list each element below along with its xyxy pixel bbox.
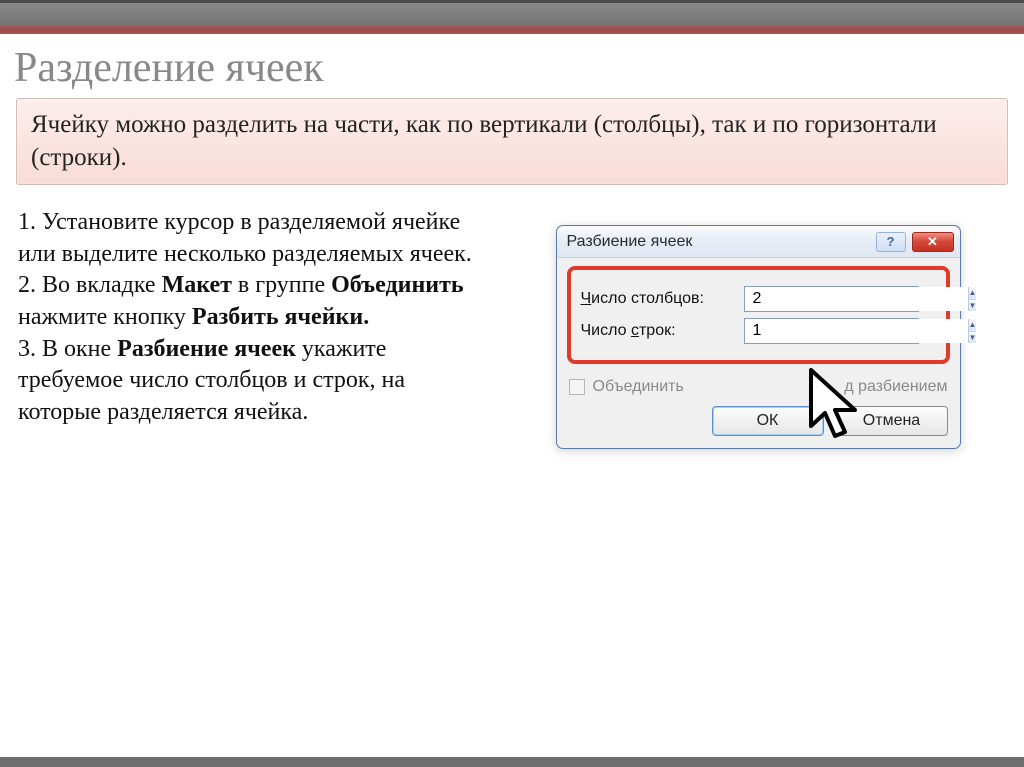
dialog-title: Разбиение ячеек xyxy=(567,233,870,251)
rows-spinner[interactable]: ▲ ▼ xyxy=(744,318,919,344)
merge-checkbox[interactable] xyxy=(569,379,585,395)
step-2c: в группе xyxy=(232,272,331,298)
help-button[interactable]: ? xyxy=(876,232,906,252)
columns-up-button[interactable]: ▲ xyxy=(969,287,977,300)
rows-up-button[interactable]: ▲ xyxy=(969,319,977,332)
instructions: 1. Установите курсор в разделяемой ячейк… xyxy=(18,207,478,449)
merge-label-a: Объединить xyxy=(593,378,684,396)
columns-row: Число столбцов: ▲ ▼ xyxy=(581,286,936,312)
ok-button[interactable]: ОК xyxy=(712,406,824,436)
columns-label: Число столбцов: xyxy=(581,290,736,308)
cancel-button[interactable]: Отмена xyxy=(836,406,948,436)
merge-label-b: д разбиением xyxy=(844,378,947,396)
rows-row: Число строк: ▲ ▼ xyxy=(581,318,936,344)
columns-input[interactable] xyxy=(745,287,968,311)
rows-spinner-buttons: ▲ ▼ xyxy=(968,319,977,343)
step-2b: Макет xyxy=(162,272,232,298)
columns-spinner-buttons: ▲ ▼ xyxy=(968,287,977,311)
slide-top-bar xyxy=(0,0,1024,28)
merge-before-row: Объединить д разбиением xyxy=(569,378,948,396)
rows-label: Число строк: xyxy=(581,322,736,340)
step-2f: Разбить ячейки. xyxy=(192,304,369,330)
split-cells-dialog: Разбиение ячеек ? ✕ Число столбцов: ▲ ▼ xyxy=(556,225,961,449)
close-button[interactable]: ✕ xyxy=(912,232,954,252)
columns-spinner[interactable]: ▲ ▼ xyxy=(744,286,919,312)
slide-bottom-bar xyxy=(0,757,1024,767)
columns-down-button[interactable]: ▼ xyxy=(969,300,977,312)
rows-input[interactable] xyxy=(745,319,968,343)
step-2d: Объединить xyxy=(331,272,464,298)
step-2a: 2. Во вкладке xyxy=(18,272,162,298)
content-row: 1. Установите курсор в разделяемой ячейк… xyxy=(0,185,1024,449)
dialog-buttons: ОК Отмена xyxy=(567,406,950,438)
step-1: 1. Установите курсор в разделяемой ячейк… xyxy=(18,209,472,267)
slide-title: Разделение ячеек xyxy=(0,34,1024,98)
step-2e: нажмите кнопку xyxy=(18,304,192,330)
step-3a: 3. В окне xyxy=(18,336,117,362)
step-3b: Разбиение ячеек xyxy=(117,336,296,362)
rows-down-button[interactable]: ▼ xyxy=(969,332,977,344)
dialog-column: Разбиение ячеек ? ✕ Число столбцов: ▲ ▼ xyxy=(508,207,1008,449)
highlight-box: Ячейку можно разделить на части, как по … xyxy=(16,98,1008,185)
dialog-body: Число столбцов: ▲ ▼ Число строк: xyxy=(557,258,960,448)
dialog-titlebar[interactable]: Разбиение ячеек ? ✕ xyxy=(557,226,960,258)
highlight-frame: Число столбцов: ▲ ▼ Число строк: xyxy=(567,266,950,364)
